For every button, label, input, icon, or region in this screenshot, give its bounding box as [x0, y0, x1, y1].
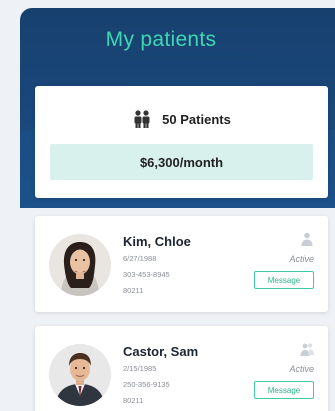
- page-title: My patients: [105, 28, 217, 51]
- patient-zip: 80211: [123, 396, 144, 405]
- patient-dob: 6/27/1988: [123, 254, 157, 263]
- patients-count-label: 50 Patients: [162, 111, 231, 127]
- patient-card[interactable]: Kim, Chloe 6/27/1988 303-453-8945 80211 …: [35, 216, 328, 312]
- patient-phone: 303-453-8945: [123, 270, 170, 279]
- message-button[interactable]: Message: [254, 271, 314, 289]
- avatar: [49, 344, 111, 406]
- patient-name: Kim, Chloe: [123, 234, 191, 249]
- monthly-rate-label: $6,300/month: [139, 154, 224, 170]
- patients-count: 50 Patients: [35, 110, 328, 128]
- patient-name: Castor, Sam: [123, 344, 199, 359]
- patient-dob: 2/15/1985: [123, 364, 157, 373]
- patient-card[interactable]: Castor, Sam 2/15/1985 250-356-9135 80211…: [35, 326, 328, 411]
- patient-zip: 80211: [123, 286, 144, 295]
- people-icon: [134, 110, 150, 128]
- patient-phone: 250-356-9135: [123, 380, 170, 389]
- person-icon: [301, 232, 313, 246]
- monthly-rate: $6,300/month: [50, 144, 313, 180]
- status-text: Active: [289, 364, 314, 374]
- message-button[interactable]: Message: [254, 381, 314, 399]
- status-text: Active: [289, 254, 314, 264]
- avatar: [49, 234, 111, 296]
- summary-card: 50 Patients $6,300/month: [35, 86, 328, 198]
- people-icon: [300, 343, 314, 356]
